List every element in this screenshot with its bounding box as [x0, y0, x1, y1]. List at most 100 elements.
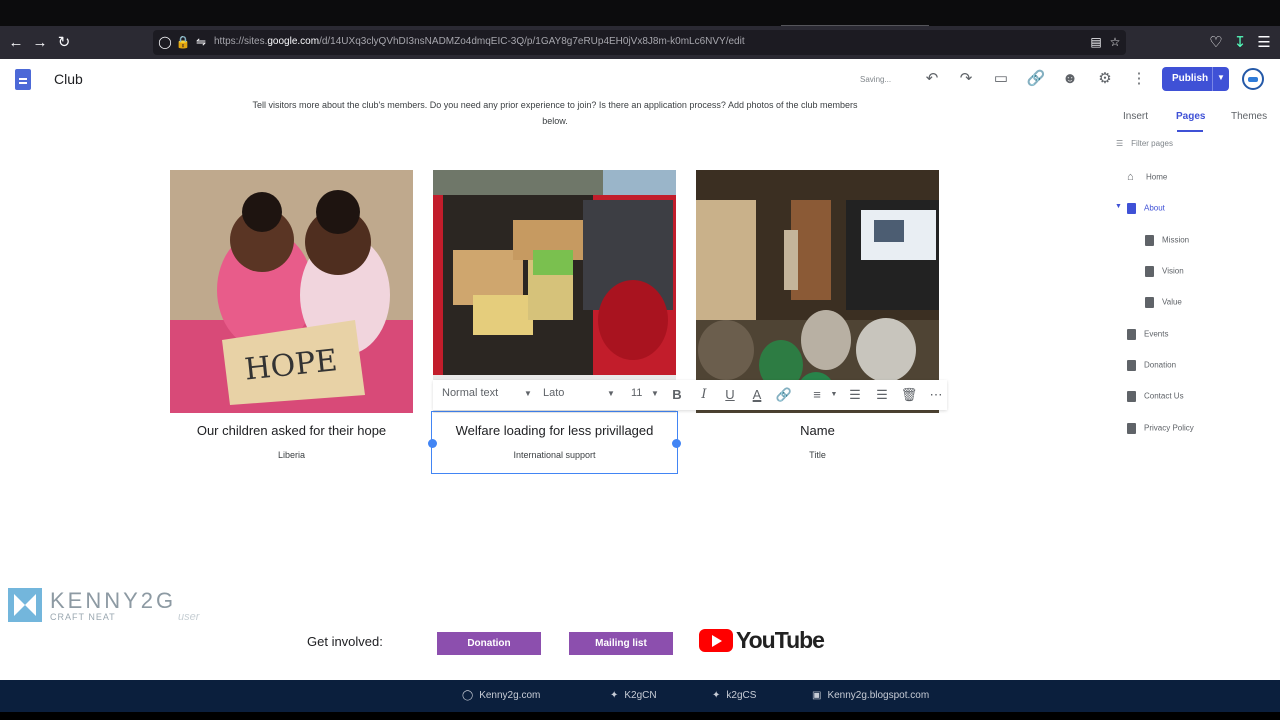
- filter-pages-input[interactable]: ☰ Filter pages: [1116, 138, 1173, 148]
- channel-overlay-bar: ◯ Kenny2g.com ✦ K2gCN ✦ k2gCS ▣ Kenny2g.blog…: [0, 680, 1280, 712]
- page-icon: [1145, 235, 1154, 246]
- tab-pages[interactable]: Pages: [1176, 111, 1205, 122]
- reader-view-icon[interactable]: ▤: [1087, 33, 1105, 51]
- social-icon: ✦: [712, 690, 721, 701]
- back-arrow-icon[interactable]: ←: [5, 32, 27, 54]
- card-title-1[interactable]: Our children asked for their hope: [169, 423, 414, 438]
- page-item-value[interactable]: Value: [1145, 297, 1182, 308]
- lock-icon[interactable]: 🔒: [174, 33, 192, 51]
- site-editor-canvas: Tell visitors more about the club's memb…: [0, 100, 1105, 680]
- preview-devices-icon[interactable]: ▭: [989, 67, 1013, 91]
- menu-icon[interactable]: ☰: [1253, 32, 1275, 54]
- get-involved-label[interactable]: Get involved:: [307, 634, 383, 649]
- publish-button[interactable]: Publish ▼: [1162, 67, 1229, 91]
- account-avatar[interactable]: [1242, 68, 1264, 90]
- insert-link-icon[interactable]: 🔗: [775, 385, 793, 405]
- reload-icon[interactable]: ↻: [53, 32, 75, 54]
- card-title-3[interactable]: Name: [695, 423, 940, 438]
- shield-icon[interactable]: ◯: [156, 33, 174, 51]
- intro-text[interactable]: Tell visitors more about the club's memb…: [250, 100, 860, 129]
- youtube-play-icon: [699, 629, 733, 652]
- share-add-person-icon[interactable]: ☻: [1058, 67, 1082, 91]
- permissions-icon[interactable]: ⇋: [192, 33, 210, 51]
- expand-arrow-icon[interactable]: ▼: [1115, 203, 1122, 210]
- mailing-list-button[interactable]: Mailing list: [569, 632, 673, 655]
- kenny2g-watermark-logo: KENNY2G CRAFT NEAT user: [8, 586, 218, 631]
- youtube-wordmark: YouTube: [736, 627, 825, 653]
- bulleted-list-icon[interactable]: ☰: [873, 385, 891, 405]
- align-caret-icon[interactable]: ▼: [825, 385, 843, 405]
- forward-arrow-icon[interactable]: →: [29, 32, 51, 54]
- link-icon[interactable]: 🔗: [1024, 67, 1048, 91]
- page-item-about[interactable]: ▼ About: [1115, 203, 1165, 214]
- page-item-home[interactable]: ⌂ Home: [1127, 172, 1167, 183]
- overlay-item-k2gcn: ✦ K2gCN: [610, 690, 657, 701]
- card-photo-children[interactable]: HOPE: [170, 170, 413, 413]
- card-subtitle-3[interactable]: Title: [695, 450, 940, 460]
- svg-text:KENNY2G: KENNY2G: [50, 588, 176, 613]
- publish-dropdown-icon[interactable]: ▼: [1217, 73, 1225, 82]
- page-item-contact-us[interactable]: Contact Us: [1127, 391, 1184, 402]
- bold-icon[interactable]: B: [668, 385, 686, 405]
- browser-toolbar: ← → ↻ ◯ 🔒 ⇋ https://sites.google.com/d/1…: [0, 26, 1280, 59]
- page-item-privacy-policy[interactable]: Privacy Policy: [1127, 423, 1194, 434]
- browser-tab-strip: [0, 0, 1280, 27]
- active-tab-underline: [1177, 130, 1203, 132]
- address-bar[interactable]: ◯ 🔒 ⇋ https://sites.google.com/d/14UXq3c…: [153, 30, 1126, 55]
- undo-icon[interactable]: ↶: [920, 67, 944, 91]
- donation-button[interactable]: Donation: [437, 632, 541, 655]
- pocket-icon[interactable]: ♡: [1205, 32, 1227, 54]
- tab-insert[interactable]: Insert: [1123, 111, 1148, 122]
- tab-themes[interactable]: Themes: [1231, 111, 1267, 122]
- overlay-item-website: ◯ Kenny2g.com: [462, 690, 541, 701]
- style-caret-icon[interactable]: ▼: [524, 389, 532, 398]
- home-icon: ⌂: [1127, 171, 1134, 183]
- resize-handle-left[interactable]: [428, 439, 437, 448]
- page-item-mission[interactable]: Mission: [1145, 235, 1189, 246]
- font-caret-icon[interactable]: ▼: [607, 389, 615, 398]
- align-icon[interactable]: ≡: [808, 385, 826, 405]
- filter-icon: ☰: [1116, 139, 1124, 148]
- card-photo-meeting[interactable]: [696, 170, 939, 413]
- numbered-list-icon[interactable]: ☰: [846, 385, 864, 405]
- svg-text:user: user: [178, 611, 201, 623]
- text-format-toolbar: Normal text ▼ Lato ▼ 11 ▼ B I U A 🔗 ≡ ▼ …: [433, 380, 947, 410]
- globe-icon: ◯: [462, 690, 474, 701]
- font-dropdown[interactable]: Lato: [543, 387, 564, 399]
- blog-icon: ▣: [812, 690, 822, 701]
- page-icon: [1127, 360, 1136, 371]
- publish-label: Publish: [1172, 73, 1209, 84]
- page-icon: [1127, 391, 1136, 402]
- bookmark-star-icon[interactable]: ☆: [1106, 33, 1124, 51]
- more-vert-icon[interactable]: ⋮: [1127, 67, 1151, 91]
- font-size-dropdown[interactable]: 11: [631, 387, 642, 399]
- page-icon: [1145, 266, 1154, 277]
- page-icon: [1145, 297, 1154, 308]
- redo-icon[interactable]: ↷: [954, 67, 978, 91]
- card-photo-car[interactable]: [433, 170, 676, 413]
- card-subtitle-1[interactable]: Liberia: [169, 450, 414, 460]
- page-item-donation[interactable]: Donation: [1127, 360, 1176, 371]
- delete-trash-icon[interactable]: 🗑: [900, 385, 918, 405]
- text-color-icon[interactable]: A: [748, 385, 766, 405]
- page-item-events[interactable]: Events: [1127, 329, 1168, 340]
- svg-text:CRAFT NEAT: CRAFT NEAT: [50, 612, 116, 622]
- settings-gear-icon[interactable]: ⚙: [1093, 67, 1117, 91]
- selected-text-box[interactable]: [431, 411, 678, 474]
- page-item-vision[interactable]: Vision: [1145, 266, 1184, 277]
- sites-logo-icon[interactable]: [15, 69, 31, 90]
- italic-icon[interactable]: I: [695, 385, 713, 405]
- site-title[interactable]: Club: [54, 71, 83, 87]
- children-hope-image: HOPE: [170, 170, 413, 413]
- more-horiz-icon[interactable]: ⋯: [927, 385, 945, 405]
- page-icon: [1127, 203, 1136, 214]
- url-text[interactable]: https://sites.google.com/d/14UXq3clyQVhD…: [214, 36, 745, 47]
- size-caret-icon[interactable]: ▼: [651, 389, 659, 398]
- download-icon[interactable]: ↧: [1229, 32, 1251, 54]
- meeting-image: [696, 170, 939, 413]
- kenny2g-logo-graphic: KENNY2G CRAFT NEAT user: [8, 588, 201, 623]
- paragraph-style-dropdown[interactable]: Normal text: [442, 387, 498, 399]
- resize-handle-right[interactable]: [672, 439, 681, 448]
- underline-icon[interactable]: U: [721, 385, 739, 405]
- hidden-page-icon: [1127, 423, 1136, 434]
